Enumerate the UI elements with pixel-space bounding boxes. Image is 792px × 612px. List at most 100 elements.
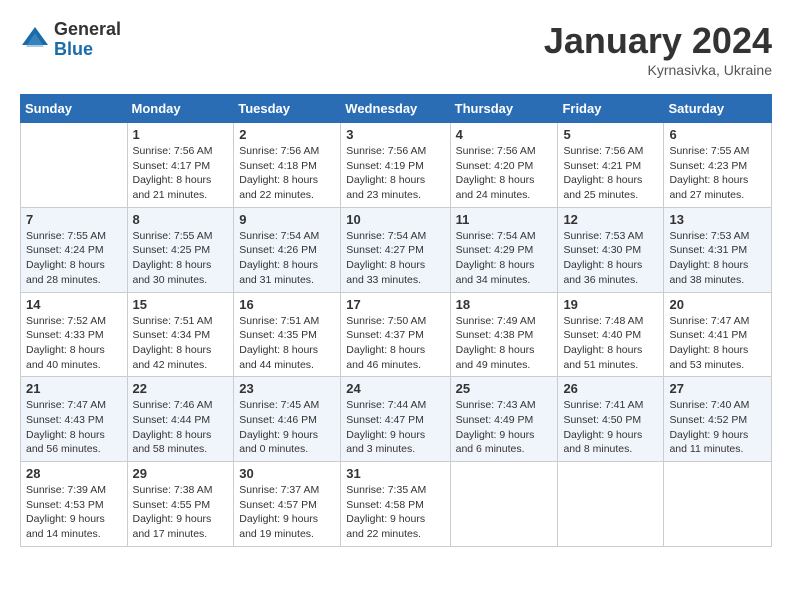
day-number: 24	[346, 381, 444, 396]
calendar-day-cell: 1 Sunrise: 7:56 AM Sunset: 4:17 PM Daylig…	[127, 123, 234, 208]
calendar-day-cell: 3 Sunrise: 7:56 AM Sunset: 4:19 PM Daylig…	[341, 123, 450, 208]
day-number: 20	[669, 297, 766, 312]
day-number: 22	[133, 381, 229, 396]
day-number: 5	[563, 127, 658, 142]
calendar-day-cell: 2 Sunrise: 7:56 AM Sunset: 4:18 PM Daylig…	[234, 123, 341, 208]
calendar-day-cell: 8 Sunrise: 7:55 AM Sunset: 4:25 PM Daylig…	[127, 207, 234, 292]
calendar-day-cell: 15 Sunrise: 7:51 AM Sunset: 4:34 PM Dayli…	[127, 292, 234, 377]
day-number: 7	[26, 212, 122, 227]
day-number: 27	[669, 381, 766, 396]
calendar-day-cell: 11Sunrise: 7:54 AM Sunset: 4:29 PM Dayli…	[450, 207, 558, 292]
day-number: 17	[346, 297, 444, 312]
calendar-day-cell	[558, 462, 664, 547]
logo-text: General Blue	[54, 20, 121, 60]
day-number: 6	[669, 127, 766, 142]
location: Kyrnasivka, Ukraine	[544, 62, 772, 78]
day-number: 29	[133, 466, 229, 481]
calendar-day-cell: 23 Sunrise: 7:45 AM Sunset: 4:46 PM Dayli…	[234, 377, 341, 462]
calendar-body: 1 Sunrise: 7:56 AM Sunset: 4:17 PM Daylig…	[21, 123, 772, 547]
day-info: Sunrise: 7:44 AM Sunset: 4:47 PM Dayligh…	[346, 398, 444, 457]
weekday-header-cell: Monday	[127, 95, 234, 123]
weekday-header-cell: Friday	[558, 95, 664, 123]
day-info: Sunrise: 7:41 AM Sunset: 4:50 PM Dayligh…	[563, 398, 658, 457]
day-number: 11	[456, 212, 553, 227]
day-number: 9	[239, 212, 335, 227]
calendar-day-cell: 14Sunrise: 7:52 AM Sunset: 4:33 PM Dayli…	[21, 292, 128, 377]
day-number: 15	[133, 297, 229, 312]
calendar-day-cell: 16 Sunrise: 7:51 AM Sunset: 4:35 PM Dayli…	[234, 292, 341, 377]
day-number: 12	[563, 212, 658, 227]
calendar-day-cell: 30Sunrise: 7:37 AM Sunset: 4:57 PM Dayli…	[234, 462, 341, 547]
calendar-week-row: 21 Sunrise: 7:47 AM Sunset: 4:43 PM Dayli…	[21, 377, 772, 462]
day-info: Sunrise: 7:50 AM Sunset: 4:37 PM Dayligh…	[346, 314, 444, 373]
day-info: Sunrise: 7:54 AM Sunset: 4:27 PM Dayligh…	[346, 229, 444, 288]
day-number: 21	[26, 381, 122, 396]
day-info: Sunrise: 7:55 AM Sunset: 4:25 PM Dayligh…	[133, 229, 229, 288]
calendar-day-cell: 9Sunrise: 7:54 AM Sunset: 4:26 PM Daylig…	[234, 207, 341, 292]
logo: General Blue	[20, 20, 121, 60]
calendar-day-cell: 27 Sunrise: 7:40 AM Sunset: 4:52 PM Dayli…	[664, 377, 772, 462]
day-info: Sunrise: 7:56 AM Sunset: 4:19 PM Dayligh…	[346, 144, 444, 203]
day-info: Sunrise: 7:56 AM Sunset: 4:17 PM Dayligh…	[133, 144, 229, 203]
logo-icon	[20, 25, 50, 55]
day-number: 10	[346, 212, 444, 227]
day-number: 25	[456, 381, 553, 396]
day-info: Sunrise: 7:56 AM Sunset: 4:20 PM Dayligh…	[456, 144, 553, 203]
calendar-day-cell: 29 Sunrise: 7:38 AM Sunset: 4:55 PM Dayli…	[127, 462, 234, 547]
day-info: Sunrise: 7:40 AM Sunset: 4:52 PM Dayligh…	[669, 398, 766, 457]
calendar-day-cell: 25 Sunrise: 7:43 AM Sunset: 4:49 PM Dayli…	[450, 377, 558, 462]
calendar-day-cell: 19Sunrise: 7:48 AM Sunset: 4:40 PM Dayli…	[558, 292, 664, 377]
calendar-day-cell: 17 Sunrise: 7:50 AM Sunset: 4:37 PM Dayli…	[341, 292, 450, 377]
day-info: Sunrise: 7:52 AM Sunset: 4:33 PM Dayligh…	[26, 314, 122, 373]
day-number: 1	[133, 127, 229, 142]
day-info: Sunrise: 7:47 AM Sunset: 4:41 PM Dayligh…	[669, 314, 766, 373]
day-number: 2	[239, 127, 335, 142]
weekday-header-cell: Sunday	[21, 95, 128, 123]
day-number: 8	[133, 212, 229, 227]
day-number: 16	[239, 297, 335, 312]
logo-general: General	[54, 20, 121, 40]
day-info: Sunrise: 7:56 AM Sunset: 4:21 PM Dayligh…	[563, 144, 658, 203]
day-info: Sunrise: 7:39 AM Sunset: 4:53 PM Dayligh…	[26, 483, 122, 542]
day-info: Sunrise: 7:38 AM Sunset: 4:55 PM Dayligh…	[133, 483, 229, 542]
calendar-table: SundayMondayTuesdayWednesdayThursdayFrid…	[20, 94, 772, 547]
day-number: 23	[239, 381, 335, 396]
day-number: 18	[456, 297, 553, 312]
day-info: Sunrise: 7:46 AM Sunset: 4:44 PM Dayligh…	[133, 398, 229, 457]
day-info: Sunrise: 7:56 AM Sunset: 4:18 PM Dayligh…	[239, 144, 335, 203]
calendar-day-cell	[664, 462, 772, 547]
day-info: Sunrise: 7:43 AM Sunset: 4:49 PM Dayligh…	[456, 398, 553, 457]
day-info: Sunrise: 7:53 AM Sunset: 4:30 PM Dayligh…	[563, 229, 658, 288]
day-info: Sunrise: 7:55 AM Sunset: 4:23 PM Dayligh…	[669, 144, 766, 203]
day-info: Sunrise: 7:35 AM Sunset: 4:58 PM Dayligh…	[346, 483, 444, 542]
calendar-day-cell: 21 Sunrise: 7:47 AM Sunset: 4:43 PM Dayli…	[21, 377, 128, 462]
day-info: Sunrise: 7:49 AM Sunset: 4:38 PM Dayligh…	[456, 314, 553, 373]
day-number: 31	[346, 466, 444, 481]
calendar-day-cell: 26 Sunrise: 7:41 AM Sunset: 4:50 PM Dayli…	[558, 377, 664, 462]
day-number: 28	[26, 466, 122, 481]
day-number: 3	[346, 127, 444, 142]
day-info: Sunrise: 7:51 AM Sunset: 4:35 PM Dayligh…	[239, 314, 335, 373]
calendar-day-cell: 12 Sunrise: 7:53 AM Sunset: 4:30 PM Dayli…	[558, 207, 664, 292]
calendar-week-row: 1 Sunrise: 7:56 AM Sunset: 4:17 PM Daylig…	[21, 123, 772, 208]
calendar-day-cell	[21, 123, 128, 208]
day-info: Sunrise: 7:45 AM Sunset: 4:46 PM Dayligh…	[239, 398, 335, 457]
day-info: Sunrise: 7:47 AM Sunset: 4:43 PM Dayligh…	[26, 398, 122, 457]
day-number: 30	[239, 466, 335, 481]
calendar-week-row: 28 Sunrise: 7:39 AM Sunset: 4:53 PM Dayli…	[21, 462, 772, 547]
calendar-day-cell	[450, 462, 558, 547]
calendar-day-cell: 20 Sunrise: 7:47 AM Sunset: 4:41 PM Dayli…	[664, 292, 772, 377]
day-number: 26	[563, 381, 658, 396]
calendar-day-cell: 7 Sunrise: 7:55 AM Sunset: 4:24 PM Daylig…	[21, 207, 128, 292]
day-number: 4	[456, 127, 553, 142]
day-info: Sunrise: 7:51 AM Sunset: 4:34 PM Dayligh…	[133, 314, 229, 373]
page-header: General Blue January 2024 Kyrnasivka, Uk…	[20, 20, 772, 78]
day-info: Sunrise: 7:53 AM Sunset: 4:31 PM Dayligh…	[669, 229, 766, 288]
calendar-day-cell: 13Sunrise: 7:53 AM Sunset: 4:31 PM Dayli…	[664, 207, 772, 292]
weekday-header-cell: Thursday	[450, 95, 558, 123]
calendar-day-cell: 5 Sunrise: 7:56 AM Sunset: 4:21 PM Daylig…	[558, 123, 664, 208]
calendar-day-cell: 24 Sunrise: 7:44 AM Sunset: 4:47 PM Dayli…	[341, 377, 450, 462]
day-info: Sunrise: 7:55 AM Sunset: 4:24 PM Dayligh…	[26, 229, 122, 288]
weekday-header-cell: Tuesday	[234, 95, 341, 123]
logo-blue: Blue	[54, 40, 121, 60]
